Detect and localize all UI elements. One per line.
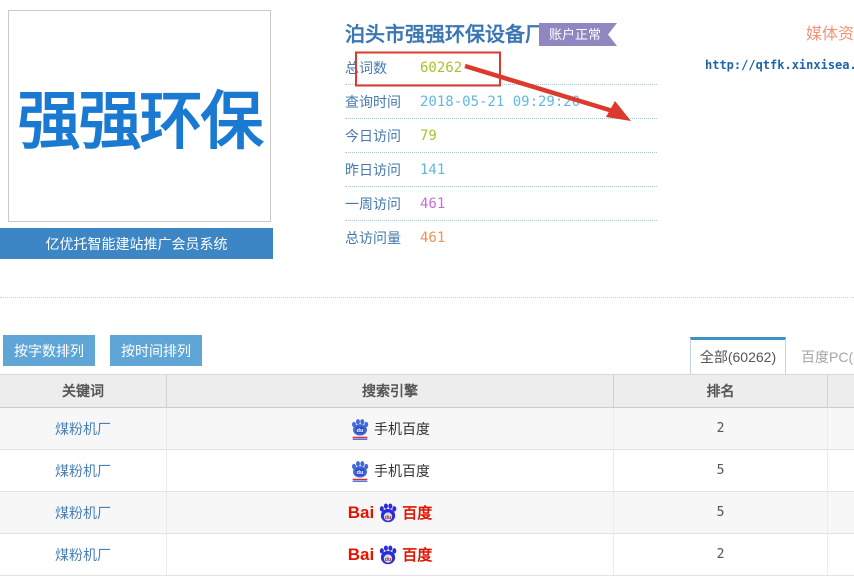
svg-text:du: du — [357, 428, 364, 434]
section-divider — [0, 297, 854, 298]
stat-value: 461 — [420, 196, 445, 212]
engine-name: 手机百度 — [374, 461, 430, 481]
stat-value: 79 — [420, 128, 437, 144]
stat-week-visits: 一周访问 461 — [345, 187, 657, 221]
keyword-link[interactable]: 煤粉机厂 — [55, 461, 111, 481]
engine-name: 百度 — [402, 544, 432, 565]
stat-label: 昨日访问 — [345, 160, 420, 180]
stat-today-visits: 今日访问 79 — [345, 119, 657, 153]
rank-value: 5 — [717, 505, 725, 520]
rank-value: 2 — [717, 547, 725, 562]
stat-value: 60262 — [420, 60, 462, 76]
member-system-banner: 亿优托智能建站推广会员系统 — [0, 228, 273, 259]
stat-label: 今日访问 — [345, 126, 420, 146]
site-logo: 强强环保 — [8, 10, 271, 222]
col-header-rank: 排名 — [614, 375, 828, 407]
baidu-paw-icon: du — [378, 545, 398, 565]
svg-text:du: du — [385, 514, 392, 520]
stat-label: 总访问量 — [345, 228, 420, 248]
sort-by-time-button[interactable]: 按时间排列 — [110, 335, 202, 366]
table-row: 煤粉机厂 Bai du 百度 2 — [0, 534, 854, 576]
logo-text: 强强环保 — [18, 71, 262, 162]
col-header-extra — [828, 375, 854, 407]
stat-total-visits: 总访问量 461 — [345, 221, 657, 255]
tab-all-keywords[interactable]: 全部(60262) — [690, 337, 786, 375]
baidu-logo-text: Bai — [348, 545, 374, 565]
table-header-row: 关键词 搜索引擎 排名 — [0, 374, 854, 408]
member-system-page: 强强环保 亿优托智能建站推广会员系统 泊头市强强环保设备厂 账户正常 媒体资 h… — [0, 0, 854, 579]
svg-text:du: du — [357, 470, 364, 476]
tab-baidu-pc[interactable]: 百度PC(30 — [787, 340, 854, 375]
engine-baidu-pc: Bai du 百度 — [348, 544, 432, 565]
stat-value: 461 — [420, 230, 445, 246]
stat-value: 2018-05-21 09:29:20 — [420, 94, 580, 110]
company-title: 泊头市强强环保设备厂 — [345, 18, 545, 47]
col-header-engine: 搜索引擎 — [167, 375, 614, 407]
engine-mobile-baidu: du 手机百度 — [350, 418, 430, 440]
rank-value: 5 — [717, 463, 725, 478]
media-section-label: 媒体资 — [806, 20, 854, 44]
table-row: 煤粉机厂 Bai du 百度 5 — [0, 492, 854, 534]
sort-by-wordcount-button[interactable]: 按字数排列 — [3, 335, 95, 366]
stat-label: 一周访问 — [345, 194, 420, 214]
svg-text:du: du — [385, 556, 392, 562]
member-system-label: 亿优托智能建站推广会员系统 — [46, 234, 228, 254]
stat-label: 查询时间 — [345, 92, 420, 112]
account-stats: 总词数 60262 查询时间 2018-05-21 09:29:20 今日访问 … — [345, 51, 657, 255]
engine-mobile-baidu: du 手机百度 — [350, 460, 430, 482]
stat-total-words: 总词数 60262 — [345, 51, 657, 85]
engine-baidu-pc: Bai du 百度 — [348, 502, 432, 523]
stat-query-time: 查询时间 2018-05-21 09:29:20 — [345, 85, 657, 119]
engine-name: 百度 — [402, 502, 432, 523]
rank-value: 2 — [717, 421, 725, 436]
site-url-link[interactable]: http://qtfk.xinxisea. — [705, 58, 854, 72]
table-row: 煤粉机厂 du 手机百度 2 — [0, 408, 854, 450]
baidu-logo-text: Bai — [348, 503, 374, 523]
keyword-link[interactable]: 煤粉机厂 — [55, 545, 111, 565]
keyword-link[interactable]: 煤粉机厂 — [55, 419, 111, 439]
engine-name: 手机百度 — [374, 419, 430, 439]
col-header-keyword: 关键词 — [0, 375, 167, 407]
keyword-link[interactable]: 煤粉机厂 — [55, 503, 111, 523]
baidu-paw-icon: du — [350, 418, 370, 440]
baidu-paw-icon: du — [378, 503, 398, 523]
baidu-paw-icon: du — [350, 460, 370, 482]
stat-value: 141 — [420, 162, 445, 178]
account-status-badge: 账户正常 — [539, 23, 617, 46]
keyword-rank-table: 关键词 搜索引擎 排名 煤粉机厂 du 手机百度 — [0, 374, 854, 576]
stat-yesterday-visits: 昨日访问 141 — [345, 153, 657, 187]
stat-label: 总词数 — [345, 58, 420, 78]
table-row: 煤粉机厂 du 手机百度 5 — [0, 450, 854, 492]
